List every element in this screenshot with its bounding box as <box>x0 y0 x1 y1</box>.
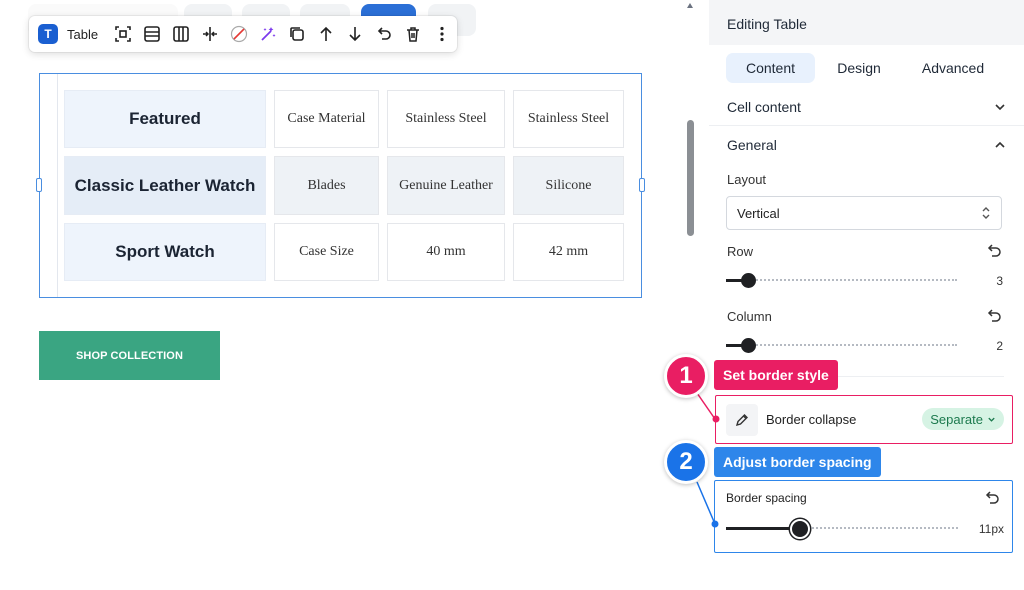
border-collapse-control[interactable]: Border collapse Separate <box>715 395 1013 444</box>
divider <box>709 125 1024 126</box>
resize-handle-right[interactable] <box>639 178 645 192</box>
table-cell[interactable]: 40 mm <box>387 223 505 281</box>
delete-button[interactable] <box>398 20 427 48</box>
shop-collection-button[interactable]: SHOP COLLECTION <box>39 331 220 380</box>
column-slider-track[interactable] <box>749 344 957 346</box>
select-parent-icon <box>114 26 131 42</box>
undo-button[interactable] <box>369 20 398 48</box>
panel-footer-space <box>709 580 1024 590</box>
table-block-icon: T <box>38 24 58 44</box>
magic-wand-icon <box>260 27 276 41</box>
annotation-marker-2: 2 <box>664 440 708 484</box>
row-slider-knob[interactable] <box>741 273 756 288</box>
trash-icon <box>406 27 419 42</box>
scroll-up-arrow[interactable] <box>687 3 693 8</box>
annotation-marker-1: 1 <box>664 354 708 398</box>
reset-icon[interactable] <box>986 308 1002 324</box>
split-icon <box>202 27 217 41</box>
duplicate-icon <box>289 27 304 41</box>
rows-icon <box>143 26 160 42</box>
row-slider-track[interactable] <box>749 279 957 281</box>
row-value: 3 <box>996 274 1003 288</box>
border-collapse-label: Border collapse <box>766 412 857 427</box>
annotation-callout-1: Set border style <box>714 360 838 390</box>
resize-handle-left[interactable] <box>36 178 42 192</box>
more-vertical-icon <box>439 26 444 42</box>
panel-title: Editing Table <box>727 16 807 32</box>
chevron-down-icon <box>988 417 995 422</box>
undo-icon <box>377 27 391 40</box>
clear-style-button[interactable] <box>224 20 253 48</box>
insert-row-button[interactable] <box>137 20 166 48</box>
table-cell[interactable]: Blades <box>274 156 379 215</box>
section-title: Cell content <box>727 99 801 115</box>
panel-tabs: Content Design Advanced <box>726 53 1006 83</box>
tab-content[interactable]: Content <box>726 53 815 83</box>
table-block[interactable]: Featured Case Material Stainless Steel S… <box>39 73 642 298</box>
layout-select-value: Vertical <box>737 205 780 221</box>
more-options-button[interactable] <box>427 20 456 48</box>
reset-icon[interactable] <box>984 490 1000 506</box>
border-spacing-control: Border spacing 11px <box>714 480 1013 553</box>
table-cell[interactable]: Genuine Leather <box>387 156 505 215</box>
block-toolbar: T Table <box>29 16 457 52</box>
move-down-button[interactable] <box>340 20 369 48</box>
border-collapse-dropdown[interactable]: Separate <box>922 408 1004 430</box>
table-cell[interactable]: Case Material <box>274 90 379 148</box>
table-cell[interactable]: Silicone <box>513 156 624 215</box>
duplicate-button[interactable] <box>282 20 311 48</box>
table-header-cell[interactable]: Sport Watch <box>64 223 266 281</box>
editor-screen: T Table Featured Case Material Stainless… <box>0 0 1024 590</box>
layout-select[interactable]: Vertical <box>726 196 1002 230</box>
table-cell[interactable]: Stainless Steel <box>387 90 505 148</box>
cell-content-section[interactable]: Cell content <box>709 89 1024 125</box>
page-canvas: T Table Featured Case Material Stainless… <box>0 0 698 590</box>
canvas-scrollbar[interactable] <box>687 120 694 236</box>
arrow-down-icon <box>349 27 361 42</box>
border-collapse-value: Separate <box>930 411 983 427</box>
arrow-up-icon <box>320 26 332 41</box>
split-button[interactable] <box>195 20 224 48</box>
table-cell[interactable]: 42 mm <box>513 223 624 281</box>
border-spacing-value: 11px <box>978 522 1004 536</box>
divider <box>829 376 1004 377</box>
select-parent-button[interactable] <box>108 20 137 48</box>
section-title: General <box>727 137 777 153</box>
spacing-slider-knob[interactable] <box>790 519 810 539</box>
select-arrows-icon <box>982 207 990 219</box>
table-header-cell[interactable]: Classic Leather Watch <box>64 156 266 215</box>
move-up-button[interactable] <box>311 20 340 48</box>
insert-column-button[interactable] <box>166 20 195 48</box>
table-inner-border <box>57 74 58 297</box>
border-spacing-label: Border spacing <box>726 491 807 505</box>
general-section[interactable]: General <box>709 127 1024 163</box>
layout-label: Layout <box>727 172 767 187</box>
annotation-callout-2: Adjust border spacing <box>714 447 881 477</box>
spacing-slider-track[interactable] <box>803 527 958 529</box>
table-header-cell[interactable]: Featured <box>64 90 266 148</box>
column-value: 2 <box>996 339 1003 353</box>
column-label: Column <box>727 309 772 324</box>
pencil-icon <box>735 414 748 427</box>
chevron-down-icon <box>995 104 1005 111</box>
reset-icon[interactable] <box>986 243 1002 259</box>
table-cell[interactable]: Case Size <box>274 223 379 281</box>
edit-button[interactable] <box>726 404 758 436</box>
chevron-up-icon <box>995 141 1005 148</box>
no-color-icon <box>230 25 247 43</box>
tab-advanced[interactable]: Advanced <box>903 53 1003 83</box>
row-label: Row <box>727 244 754 259</box>
tab-design[interactable]: Design <box>815 53 903 83</box>
columns-icon <box>172 26 189 42</box>
column-slider-knob[interactable] <box>741 338 756 353</box>
block-type-label: Table <box>67 26 99 42</box>
table-cell[interactable]: Stainless Steel <box>513 90 624 148</box>
magic-button[interactable] <box>253 20 282 48</box>
